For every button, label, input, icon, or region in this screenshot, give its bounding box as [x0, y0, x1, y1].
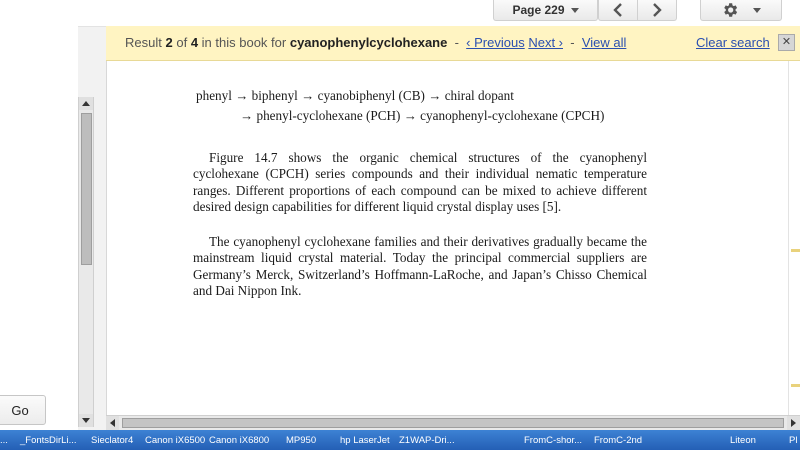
chain-line-1: phenyl → biphenyl → cyanobiphenyl (CB) →… [196, 88, 514, 103]
chevron-left-icon [613, 3, 622, 17]
taskbar-item[interactable]: ... [0, 435, 8, 446]
chevron-down-icon [570, 7, 579, 13]
left-panel: Go [0, 26, 78, 430]
taskbar-item[interactable]: hp LaserJet [340, 435, 390, 446]
arrow-down-icon [82, 418, 90, 423]
scroll-up-button[interactable] [79, 97, 93, 110]
settings-button[interactable] [700, 0, 782, 21]
previous-result-link[interactable]: ‹ Previous [466, 35, 525, 50]
taskbar: ... _FontsDirLi... Sieclator4 Canon iX65… [0, 430, 800, 450]
scroll-left-button[interactable] [106, 416, 119, 430]
search-query: cyanophenylcyclohexane [289, 35, 448, 50]
arrow-up-icon [82, 101, 90, 106]
vertical-scroll-thumb[interactable] [81, 113, 92, 265]
scroll-down-button[interactable] [79, 414, 93, 427]
taskbar-item[interactable]: Sieclator4 [91, 435, 133, 446]
vertical-scrollbar[interactable] [78, 97, 94, 427]
taskbar-item[interactable]: FromC-shor... [524, 435, 582, 446]
close-icon: ✕ [781, 36, 792, 48]
previous-page-button[interactable] [598, 0, 638, 21]
result-index: 2 [165, 35, 173, 50]
result-total: 4 [190, 35, 199, 50]
book-page: phenyl → biphenyl → cyanobiphenyl (CB) →… [106, 61, 789, 415]
taskbar-item[interactable]: Z1WAP-Dri... [399, 435, 455, 446]
page-label: Page 229 [512, 3, 565, 17]
taskbar-item[interactable]: MP950 [286, 435, 316, 446]
horizontal-scrollbar[interactable] [106, 415, 800, 430]
result-prefix: Result [125, 35, 162, 50]
in-book-text: in this book for [201, 35, 287, 50]
result-marker [791, 384, 800, 387]
paragraph-2: The cyanophenyl cyclohexane families and… [193, 234, 647, 299]
paragraph-1: Figure 14.7 shows the organic chemical s… [193, 150, 647, 215]
right-edge-strip [788, 61, 800, 415]
horizontal-scroll-thumb[interactable] [122, 418, 784, 428]
chevron-down-icon [753, 7, 761, 13]
next-page-button[interactable] [637, 0, 677, 21]
chevron-right-icon [653, 3, 662, 17]
taskbar-item[interactable]: Liteon [730, 435, 756, 446]
taskbar-item[interactable]: Canon iX6500 [145, 435, 205, 446]
clear-search-link[interactable]: Clear search [696, 35, 770, 50]
separator: - [570, 35, 575, 50]
top-toolbar: Page 229 [0, 0, 800, 27]
taskbar-item[interactable]: _FontsDirLi... [20, 435, 77, 446]
go-button[interactable]: Go [0, 395, 46, 425]
taskbar-item[interactable]: Pl [789, 435, 797, 446]
next-result-link[interactable]: Next › [528, 35, 563, 50]
taskbar-item[interactable]: FromC-2nd [594, 435, 642, 446]
taskbar-item[interactable]: Canon iX6800 [209, 435, 269, 446]
page-selector-button[interactable]: Page 229 [493, 0, 598, 21]
result-marker [791, 249, 800, 252]
separator: - [454, 35, 459, 50]
search-result-text: Result 2 of 4 in this book for cyanophen… [125, 35, 626, 50]
result-of: of [176, 35, 188, 50]
view-all-link[interactable]: View all [582, 35, 627, 50]
scroll-right-button[interactable] [787, 416, 800, 430]
go-label: Go [11, 402, 29, 418]
chain-line-2: → phenyl-cyclohexane (PCH) → cyanophenyl… [240, 108, 605, 123]
arrow-left-icon [110, 419, 115, 427]
arrow-right-icon [791, 419, 796, 427]
gear-icon [724, 3, 738, 17]
close-search-button[interactable]: ✕ [778, 34, 795, 51]
search-result-bar: Result 2 of 4 in this book for cyanophen… [106, 26, 800, 61]
